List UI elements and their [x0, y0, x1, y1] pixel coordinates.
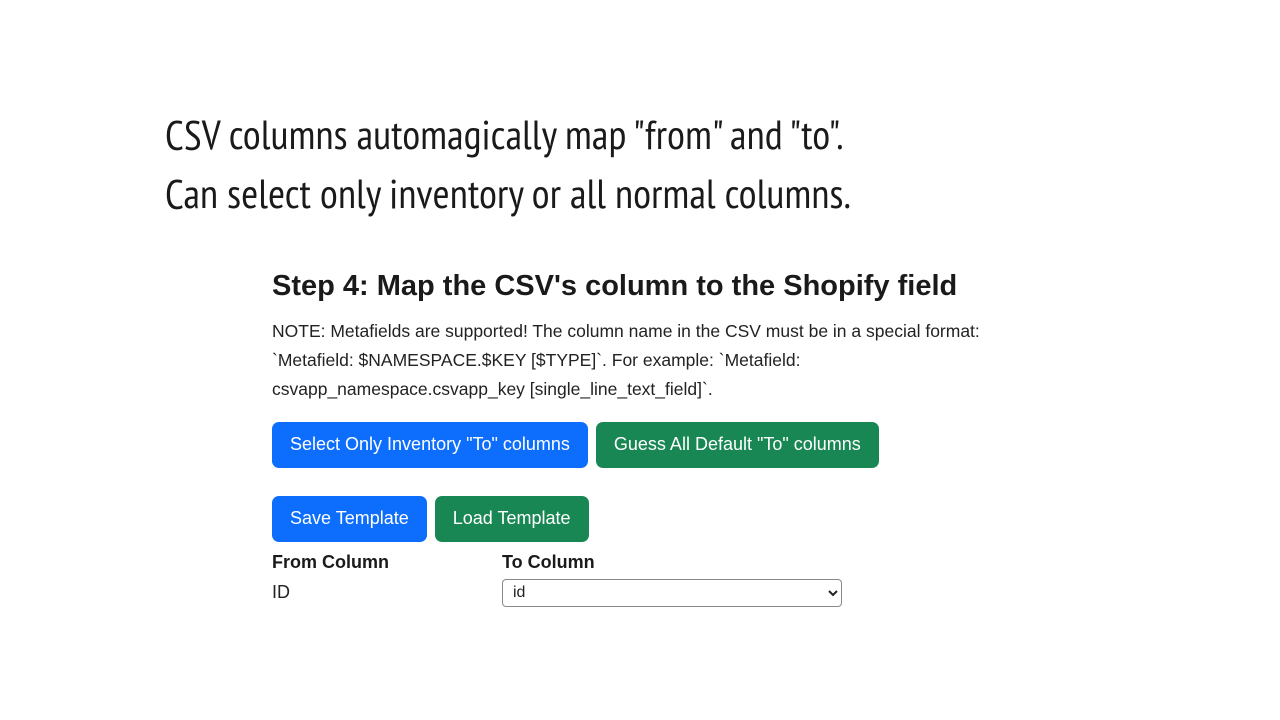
from-column-header: From Column [272, 552, 502, 573]
mapping-panel: Step 4: Map the CSV's column to the Shop… [272, 270, 1012, 607]
headline-line-2: Can select only inventory or all normal … [165, 167, 851, 220]
select-only-inventory-button[interactable]: Select Only Inventory "To" columns [272, 422, 588, 468]
column-preset-button-row: Select Only Inventory "To" columns Guess… [272, 422, 1012, 468]
to-column-select[interactable]: id [502, 579, 842, 607]
to-column-header: To Column [502, 552, 595, 573]
load-template-button[interactable]: Load Template [435, 496, 589, 542]
guess-all-default-button[interactable]: Guess All Default "To" columns [596, 422, 879, 468]
template-button-row: Save Template Load Template [272, 496, 1012, 542]
mapping-table-header: From Column To Column [272, 552, 1012, 573]
mapping-row: ID id [272, 579, 1012, 607]
metafields-note: NOTE: Metafields are supported! The colu… [272, 317, 992, 404]
save-template-button[interactable]: Save Template [272, 496, 427, 542]
slide-container: CSV columns automagically map "from" and… [0, 0, 1280, 720]
slide-headline: CSV columns automagically map "from" and… [165, 105, 1115, 224]
step-heading: Step 4: Map the CSV's column to the Shop… [272, 270, 1012, 303]
headline-line-1: CSV columns automagically map "from" and… [165, 108, 844, 161]
from-column-value: ID [272, 582, 502, 603]
